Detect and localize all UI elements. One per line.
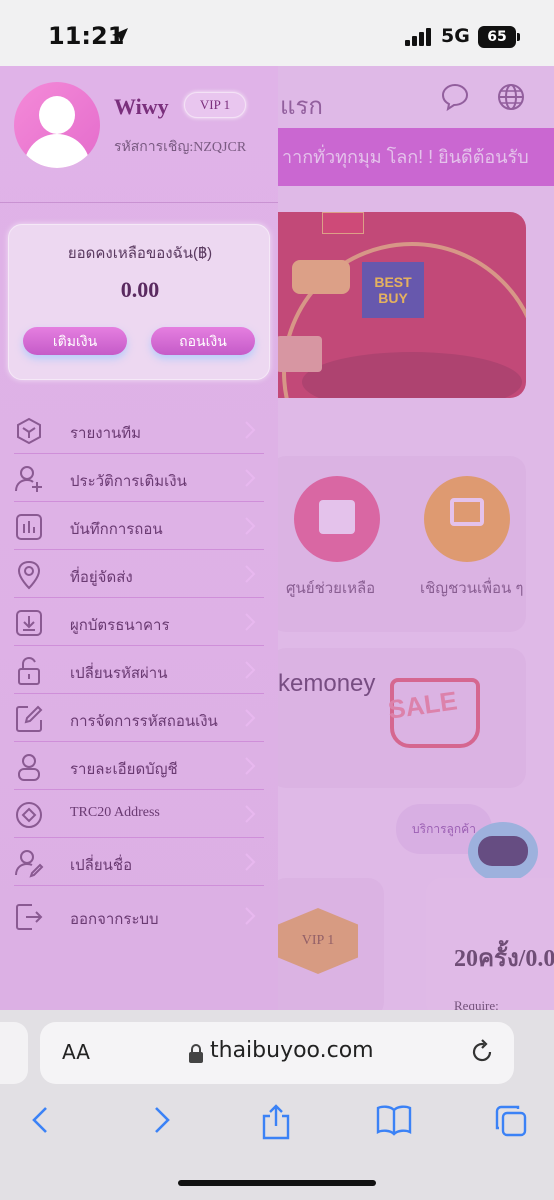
menu-item-trc20-address[interactable]: TRC20 Address <box>14 790 264 838</box>
tabs-icon[interactable] <box>494 1104 528 1143</box>
chevron-right-icon <box>242 906 258 926</box>
menu-item-label: เปลี่ยนรหัสผ่าน <box>70 665 168 682</box>
menu-item-shipping-address[interactable]: ที่อยู่จัดส่ง <box>14 550 264 598</box>
chevron-right-icon <box>242 612 258 632</box>
cellular-signal-icon <box>405 28 433 51</box>
user-edit-icon <box>14 848 44 878</box>
location-pin-icon <box>14 560 44 590</box>
divider <box>0 202 278 203</box>
menu-item-label: การจัดการรหัสถอนเงิน <box>70 713 218 730</box>
balance-value: 0.00 <box>120 277 160 302</box>
browser-chrome: AA thaibuyoo.com <box>0 1010 554 1200</box>
balance-label: ยอดคงเหลือของฉัน(฿) <box>67 245 213 262</box>
menu-item-label: ที่อยู่จัดส่ง <box>70 569 133 586</box>
reload-icon[interactable] <box>468 1038 496 1071</box>
menu-item-logout[interactable]: ออกจากระบบ <box>14 886 264 946</box>
menu-item-change-name[interactable]: เปลี่ยนชื่อ <box>14 838 264 886</box>
home-indicator <box>178 1180 376 1186</box>
deposit-button[interactable]: เติมเงิน <box>23 327 127 355</box>
chevron-right-icon <box>242 756 258 776</box>
status-bar: 11:21 5G 65 <box>0 0 554 66</box>
menu-item-change-password[interactable]: เปลี่ยนรหัสผ่าน <box>14 646 264 694</box>
location-arrow-icon <box>110 26 130 51</box>
url-text[interactable]: thaibuyoo.com <box>210 1038 374 1063</box>
chevron-right-icon <box>242 564 258 584</box>
edit-square-icon <box>14 704 44 734</box>
menu-item-label: ประวัติการเติมเงิน <box>70 473 187 490</box>
menu-item-bind-bank-card[interactable]: ผูกบัตรธนาคาร <box>14 598 264 646</box>
user-add-icon <box>14 464 44 494</box>
menu-item-label: ออกจากระบบ <box>70 911 159 928</box>
menu-item-label: บันทึกการถอน <box>70 521 163 538</box>
menu-item-withdraw-password[interactable]: การจัดการรหัสถอนเงิน <box>14 694 264 742</box>
menu-item-deposit-history[interactable]: ประวัติการเติมเงิน <box>14 454 264 502</box>
menu-item-label: TRC20 Address <box>70 805 160 820</box>
battery-indicator: 65 <box>478 26 520 48</box>
download-box-icon <box>14 608 44 638</box>
chevron-right-icon <box>242 420 258 440</box>
lock-icon <box>188 1043 204 1069</box>
share-icon[interactable] <box>260 1104 292 1145</box>
previous-tab-peek[interactable] <box>0 1022 28 1084</box>
bar-chart-icon <box>14 512 44 542</box>
withdraw-button[interactable]: ถอนเงิน <box>151 327 255 355</box>
menu-item-label: รายละเอียดบัญชี <box>70 761 178 778</box>
bookmarks-icon[interactable] <box>376 1104 412 1141</box>
address-bar[interactable]: AA thaibuyoo.com <box>40 1022 514 1084</box>
side-drawer: Wiwy VIP 1 รหัสการเชิญ:NZQJCR ยอดคงเหลือ… <box>0 66 278 1010</box>
chevron-right-icon <box>242 468 258 488</box>
user-icon <box>14 752 44 782</box>
chevron-right-icon <box>242 660 258 680</box>
balance-card: ยอดคงเหลือของฉัน(฿) 0.00 เติมเงิน ถอนเงิ… <box>8 224 270 380</box>
vip-level-badge: VIP 1 <box>184 92 246 118</box>
cube-icon <box>14 416 44 446</box>
back-arrow-icon[interactable] <box>28 1104 54 1141</box>
chevron-right-icon <box>242 804 258 824</box>
menu-item-label: ผูกบัตรธนาคาร <box>70 617 170 634</box>
username: Wiwy <box>114 94 169 119</box>
menu-item-label: รายงานทีม <box>70 425 142 442</box>
network-type: 5G <box>441 25 470 47</box>
target-circle-icon <box>14 800 44 830</box>
chevron-right-icon <box>242 852 258 872</box>
forward-arrow-icon[interactable] <box>148 1104 174 1141</box>
unlock-icon <box>14 656 44 686</box>
menu-item-withdraw-record[interactable]: บันทึกการถอน <box>14 502 264 550</box>
menu-item-account-details[interactable]: รายละเอียดบัญชี <box>14 742 264 790</box>
chevron-right-icon <box>242 516 258 536</box>
chevron-right-icon <box>242 708 258 728</box>
text-size-button[interactable]: AA <box>62 1040 90 1064</box>
logout-icon <box>14 902 44 932</box>
avatar[interactable] <box>14 82 100 168</box>
invite-code: รหัสการเชิญ:NZQJCR <box>114 140 247 155</box>
menu-item-team-report[interactable]: รายงานทีม <box>14 406 264 454</box>
menu-item-label: เปลี่ยนชื่อ <box>70 857 133 874</box>
